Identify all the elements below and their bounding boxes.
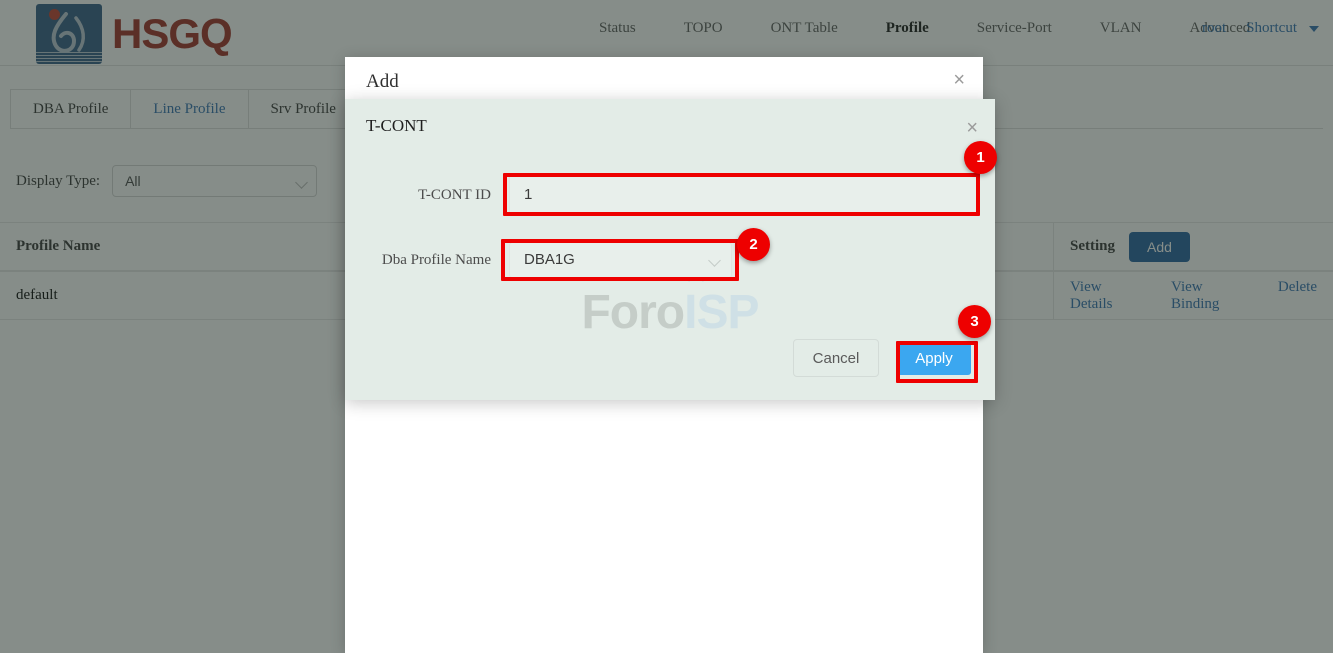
watermark-isp: ISP — [684, 286, 759, 339]
tcont-dialog: T-CONT × ForoISP T-CONT ID 1 Dba Profile… — [345, 99, 995, 400]
watermark-foro: Foro — [581, 286, 685, 339]
annotation-badge-2: 2 — [737, 228, 770, 261]
add-dialog-title: Add — [366, 71, 399, 92]
cancel-button[interactable]: Cancel — [793, 339, 879, 377]
tcont-dialog-title: T-CONT — [366, 116, 427, 135]
annotation-badge-3: 3 — [958, 305, 991, 338]
tcont-id-row: T-CONT ID 1 — [359, 174, 977, 216]
dba-profile-select[interactable]: DBA1G — [509, 242, 732, 278]
dba-profile-label: Dba Profile Name — [381, 251, 491, 268]
annotation-badge-1: 1 — [964, 141, 997, 174]
screen: HSGQ Status TOPO ONT Table Profile Servi… — [0, 0, 1333, 653]
tcont-id-label: T-CONT ID — [418, 186, 491, 203]
dba-profile-row: Dba Profile Name DBA1G — [359, 242, 732, 278]
tcont-id-value: 1 — [524, 186, 533, 203]
foroisp-watermark: ForoISP — [345, 268, 995, 340]
chevron-down-icon — [708, 254, 721, 267]
tcont-dialog-actions: Cancel Apply — [793, 339, 971, 377]
dba-profile-value: DBA1G — [524, 251, 575, 268]
close-icon[interactable]: × — [953, 70, 965, 90]
tcont-id-input[interactable]: 1 — [509, 174, 977, 216]
apply-button[interactable]: Apply — [897, 341, 971, 375]
close-icon[interactable]: × — [966, 118, 978, 138]
